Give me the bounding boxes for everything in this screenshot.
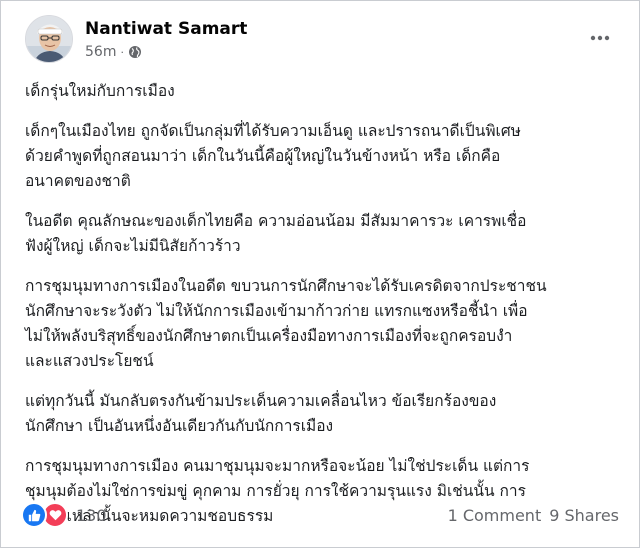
post-stats: 1 Comment 9 Shares — [448, 506, 619, 525]
post-text-line: การชุมนุมทางการเมืองในอดีต ขบวนการนักศึก… — [25, 277, 547, 295]
post-footer: 130 1 Comment 9 Shares — [21, 501, 619, 529]
more-options-button[interactable] — [587, 29, 613, 47]
avatar-image — [26, 16, 72, 62]
post-text-line: ฟังผู้ใหญ่ เด็กจะไม่มีนิสัยก้าวร้าว — [25, 237, 241, 255]
post-paragraph: เด็กรุ่นใหม่กับการเมือง — [25, 79, 625, 104]
post-text-line: และแสวงประโยชน์ — [25, 352, 154, 370]
post-paragraph: แต่ทุกวันนี้ มันกลับตรงกันข้ามประเด็นควา… — [25, 389, 625, 439]
like-icon — [21, 502, 47, 528]
reaction-icons — [21, 502, 68, 528]
author-name[interactable]: Nantiwat Samart — [85, 19, 247, 39]
post-time[interactable]: 56m — [85, 44, 116, 60]
post-text-line: นักศึกษา เป็นอันหนึ่งอันเดียวกันกับนักกา… — [25, 417, 334, 435]
globe-icon — [128, 45, 142, 59]
reaction-count: 130 — [76, 505, 107, 525]
post-paragraph: การชุมนุมทางการเมืองในอดีต ขบวนการนักศึก… — [25, 274, 625, 374]
post-header: Nantiwat Samart 56m · — [25, 15, 619, 67]
post-text-line: แต่ทุกวันนี้ มันกลับตรงกันข้ามประเด็นควา… — [25, 392, 497, 410]
post-text-line: การชุมนุมทางการเมือง คนมาชุมนุมจะมากหรือ… — [25, 457, 530, 475]
post-text-line: ไม่ให้พลังบริสุทธิ์ของนักศึกษาตกเป็นเครื… — [25, 327, 513, 345]
comments-count-link[interactable]: 1 Comment — [448, 506, 542, 525]
post-text-line: ด้วยคำพูดที่ถูกสอนมาว่า เด็กในวันนี้คือผ… — [25, 147, 501, 165]
post-meta: 56m · — [85, 44, 142, 60]
post-text-line: นักศึกษาจะระวังตัว ไม่ให้นักการเมืองเข้า… — [25, 302, 528, 320]
facebook-post: Nantiwat Samart 56m · เด็กรุ่นใหม่กับการ… — [0, 0, 640, 548]
meta-separator: · — [120, 45, 124, 59]
reactions-summary[interactable]: 130 — [21, 502, 107, 528]
post-paragraph: เด็กๆในเมืองไทย ถูกจัดเป็นกลุ่มที่ได้รับ… — [25, 119, 625, 194]
post-text-line: ในอดีต คุณลักษณะของเด็กไทยคือ ความอ่อนน้… — [25, 212, 527, 230]
post-paragraph: ในอดีต คุณลักษณะของเด็กไทยคือ ความอ่อนน้… — [25, 209, 625, 259]
shares-count-link[interactable]: 9 Shares — [549, 506, 619, 525]
post-text: เด็กรุ่นใหม่กับการเมืองเด็กๆในเมืองไทย ถ… — [25, 79, 625, 544]
more-dots-icon — [590, 35, 610, 41]
post-text-line: อนาคตของชาติ — [25, 172, 131, 190]
avatar[interactable] — [25, 15, 73, 63]
post-text-line: เด็กๆในเมืองไทย ถูกจัดเป็นกลุ่มที่ได้รับ… — [25, 122, 521, 140]
post-text-line: เด็กรุ่นใหม่กับการเมือง — [25, 82, 175, 100]
